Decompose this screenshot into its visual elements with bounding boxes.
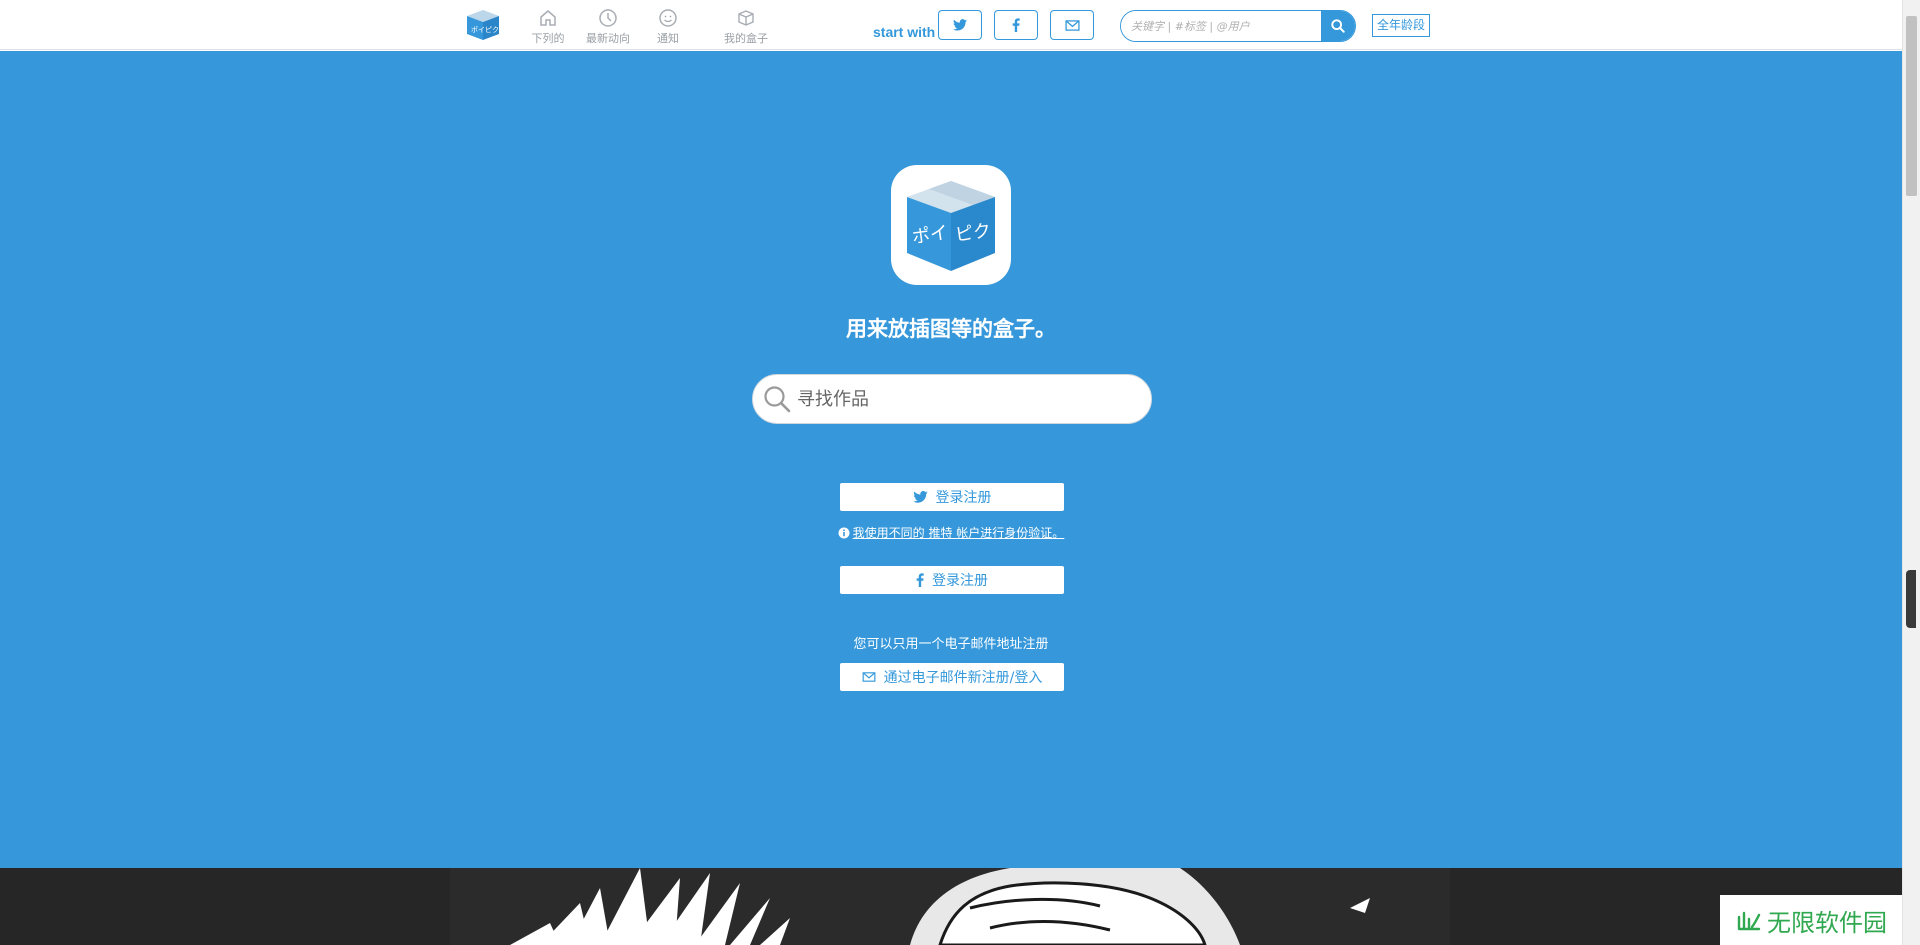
search-icon bbox=[764, 386, 791, 413]
header-search-button[interactable] bbox=[1321, 11, 1355, 41]
nav-label: 下列的 bbox=[531, 32, 565, 45]
age-filter-button[interactable]: 全年龄段 bbox=[1372, 14, 1431, 37]
facebook-login-label: 登录注册 bbox=[932, 573, 988, 589]
hero-search bbox=[752, 374, 1152, 424]
twitter-icon bbox=[953, 19, 967, 31]
facebook-start-button[interactable] bbox=[994, 10, 1038, 40]
watermark-text: 无限软件园 bbox=[1767, 908, 1887, 937]
site-logo[interactable]: ポイ ピク bbox=[465, 8, 501, 42]
facebook-login-button[interactable]: 登录注册 bbox=[840, 566, 1064, 594]
header-search-input[interactable] bbox=[1121, 11, 1321, 41]
search-icon bbox=[1331, 19, 1345, 33]
manga-illustration bbox=[450, 868, 1450, 945]
nav-label: 我的盒子 bbox=[724, 32, 768, 45]
different-twitter-account-link[interactable]: 我使用不同的 推特 帐户进行身份验证。 bbox=[0, 524, 1902, 541]
home-icon bbox=[540, 10, 556, 26]
twitter-start-button[interactable] bbox=[938, 10, 982, 40]
box-icon bbox=[738, 10, 754, 26]
email-start-button[interactable] bbox=[1050, 10, 1094, 40]
chat-icon bbox=[659, 9, 677, 27]
nav-label: 通知 bbox=[657, 32, 679, 45]
nav-following[interactable]: 下列的 bbox=[516, 8, 580, 46]
nav-latest[interactable]: 最新动向 bbox=[576, 8, 640, 46]
clock-icon bbox=[599, 9, 617, 27]
svg-text:ポイ: ポイ bbox=[471, 26, 485, 34]
hero-search-input[interactable] bbox=[791, 388, 1151, 410]
info-icon bbox=[838, 527, 850, 539]
tagline: 用来放插图等的盒子。 bbox=[846, 317, 1056, 341]
different-twitter-account-text: 我使用不同的 推特 帐户进行身份验证。 bbox=[852, 526, 1065, 540]
watermark-logo-icon bbox=[1737, 911, 1761, 931]
email-signup-note: 您可以只用一个电子邮件地址注册 bbox=[853, 637, 1049, 652]
app-logo: ポイ ピク bbox=[891, 165, 1011, 285]
hero-section: ポイ ピク 用来放插图等的盒子。 登录注册 我使用不同的 推特 帐户进行身份验证… bbox=[0, 51, 1902, 868]
facebook-icon bbox=[1012, 18, 1020, 32]
email-login-label: 通过电子邮件新注册/登入 bbox=[883, 670, 1043, 686]
start-with-label: start with bbox=[873, 24, 936, 40]
svg-text:ピク: ピク bbox=[485, 26, 499, 34]
watermark: 无限软件园 bbox=[1720, 895, 1902, 945]
header-search bbox=[1120, 10, 1356, 42]
scrollbar-thumb[interactable] bbox=[1906, 16, 1917, 196]
envelope-icon bbox=[1064, 19, 1080, 31]
side-widget-tab[interactable] bbox=[1906, 570, 1916, 628]
page-scrollbar[interactable] bbox=[1902, 0, 1920, 945]
email-login-button[interactable]: 通过电子邮件新注册/登入 bbox=[840, 663, 1064, 691]
nav-notifications[interactable]: 通知 bbox=[636, 8, 700, 46]
envelope-icon bbox=[862, 672, 876, 682]
top-header: ポイ ピク 下列的 最新动向 通知 我的盒子 start with 全年龄段 bbox=[0, 0, 1902, 50]
manga-banner bbox=[0, 868, 1902, 945]
twitter-login-label: 登录注册 bbox=[935, 490, 992, 506]
twitter-icon bbox=[912, 491, 928, 503]
twitter-login-button[interactable]: 登录注册 bbox=[840, 483, 1064, 511]
nav-my-box[interactable]: 我的盒子 bbox=[714, 8, 778, 46]
nav-label: 最新动向 bbox=[586, 32, 630, 45]
facebook-icon bbox=[916, 573, 924, 587]
